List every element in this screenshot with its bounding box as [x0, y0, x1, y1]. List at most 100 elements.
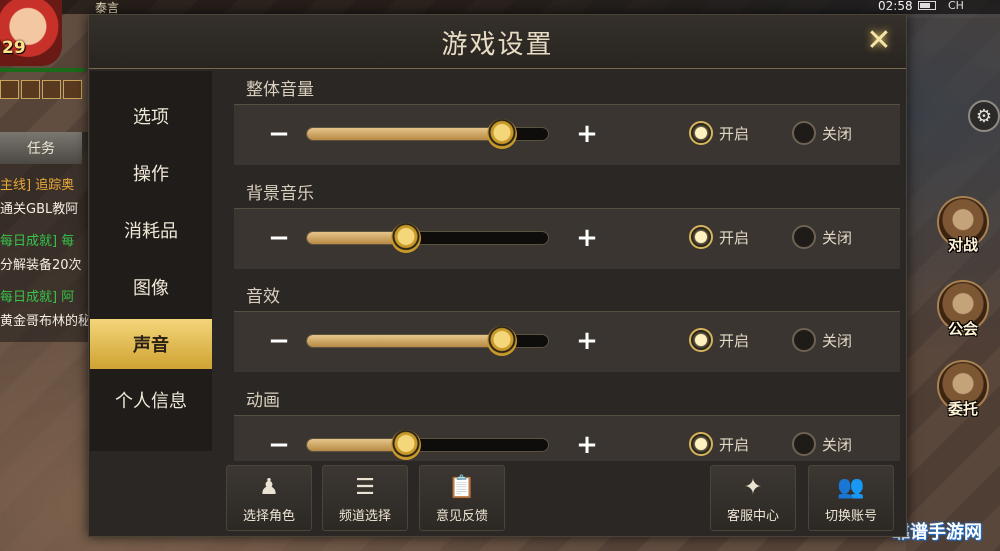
slider-handle[interactable]: [487, 326, 518, 356]
radio-off-label: 关闭: [822, 435, 853, 454]
radio-on[interactable]: 开启: [689, 432, 749, 456]
slider-handle[interactable]: [487, 119, 518, 149]
buff-icon: [0, 80, 19, 99]
radio-off-label: 关闭: [822, 331, 853, 350]
increase-button[interactable]: +: [572, 119, 602, 149]
radio-selected-icon: [689, 328, 713, 352]
section-panel: − + 开启 关闭: [234, 104, 900, 165]
radio-on-label: 开启: [719, 124, 750, 143]
nav-item-profile[interactable]: 个人信息: [90, 375, 212, 425]
battery-icon: [918, 1, 936, 10]
buff-icon: [21, 80, 40, 99]
section-panel: − + 开启 关闭: [234, 415, 900, 461]
radio-on[interactable]: 开启: [689, 328, 749, 352]
game-settings-dialog: 游戏设置 ✕ 选项 操作 消耗品 图像 声音 个人信息 整体音量 − + 开启: [88, 14, 907, 537]
task-line[interactable]: 每日成就] 每: [0, 230, 74, 249]
switch-account-icon: 👥: [837, 475, 865, 500]
radio-on[interactable]: 开启: [689, 121, 749, 145]
slider-handle[interactable]: [390, 430, 421, 460]
slider-fill: [307, 335, 503, 347]
battle-label: 对战: [947, 236, 978, 254]
task-line[interactable]: 主线] 追踪奥: [0, 174, 74, 193]
customer-service-button[interactable]: ✦ 客服中心: [710, 465, 796, 531]
buff-icon: [42, 80, 61, 99]
nav-item-options[interactable]: 选项: [90, 91, 212, 141]
nav-item-sound[interactable]: 声音: [90, 319, 212, 369]
carrier-label: CH: [948, 0, 964, 12]
setting-sound-effects: 音效 − + 开启 关闭: [224, 278, 900, 376]
guild-label: 公会: [947, 320, 978, 338]
setting-master-volume: 整体音量 − + 开启 关闭: [224, 71, 900, 169]
battle-button[interactable]: 对战: [928, 196, 998, 255]
radio-on-label: 开启: [719, 331, 750, 350]
button-label: 客服中心: [726, 509, 779, 524]
radio-on-label: 开启: [719, 435, 750, 454]
task-line[interactable]: 通关GBL教阿: [0, 198, 78, 217]
task-line[interactable]: 每日成就] 阿: [0, 286, 74, 305]
volume-slider[interactable]: [306, 223, 549, 253]
button-label: 频道选择: [338, 509, 391, 524]
radio-off-label: 关闭: [822, 124, 853, 143]
nav-item-graphics[interactable]: 图像: [90, 262, 212, 312]
slider-fill: [307, 128, 503, 140]
buff-row: [0, 80, 82, 99]
radio-selected-icon: [689, 432, 713, 456]
radio-off[interactable]: 关闭: [792, 121, 852, 145]
guild-button[interactable]: 公会: [928, 280, 998, 339]
radio-off-label: 关闭: [822, 228, 853, 247]
task-tab[interactable]: 任务: [0, 132, 82, 164]
feedback-button[interactable]: 📋 意见反馈: [419, 465, 505, 531]
button-label: 选择角色: [242, 509, 295, 524]
decrease-button[interactable]: −: [264, 119, 294, 149]
character-select-icon: ♟: [259, 475, 279, 500]
decrease-button[interactable]: −: [264, 223, 294, 253]
radio-off[interactable]: 关闭: [792, 225, 852, 249]
decrease-button[interactable]: −: [264, 326, 294, 356]
slider-handle[interactable]: [390, 223, 421, 253]
section-label: 整体音量: [246, 80, 314, 100]
channel-list-icon: ☰: [355, 475, 375, 500]
task-line[interactable]: 黄金哥布林的秘: [0, 310, 91, 329]
radio-unselected-icon: [792, 328, 816, 352]
increase-button[interactable]: +: [572, 326, 602, 356]
radio-unselected-icon: [792, 432, 816, 456]
radio-unselected-icon: [792, 225, 816, 249]
decrease-button[interactable]: −: [264, 430, 294, 460]
volume-slider[interactable]: [306, 326, 549, 356]
nav-item-controls[interactable]: 操作: [90, 148, 212, 198]
button-label: 切换账号: [824, 509, 877, 524]
volume-slider[interactable]: [306, 119, 549, 149]
commission-button[interactable]: 委托: [928, 360, 998, 419]
radio-on-label: 开启: [719, 228, 750, 247]
radio-off[interactable]: 关闭: [792, 432, 852, 456]
select-character-button[interactable]: ♟ 选择角色: [226, 465, 312, 531]
channel-select-button[interactable]: ☰ 频道选择: [322, 465, 408, 531]
radio-selected-icon: [689, 225, 713, 249]
task-line[interactable]: 分解装备20次: [0, 254, 82, 273]
setting-background-music: 背景音乐 − + 开启 关闭: [224, 175, 900, 273]
volume-slider[interactable]: [306, 430, 549, 460]
radio-unselected-icon: [792, 121, 816, 145]
hp-bar: [0, 68, 85, 72]
customer-service-icon: ✦: [743, 475, 763, 500]
radio-on[interactable]: 开启: [689, 225, 749, 249]
player-level: 29: [2, 38, 26, 58]
nav-item-consumables[interactable]: 消耗品: [90, 205, 212, 255]
button-label: 意见反馈: [435, 509, 488, 524]
increase-button[interactable]: +: [572, 223, 602, 253]
section-panel: − + 开启 关闭: [234, 208, 900, 269]
settings-nav: 选项 操作 消耗品 图像 声音 个人信息: [90, 71, 212, 451]
section-panel: − + 开启 关闭: [234, 311, 900, 372]
section-label: 背景音乐: [246, 184, 314, 204]
commission-label: 委托: [947, 400, 978, 418]
close-icon[interactable]: ✕: [861, 23, 897, 59]
switch-account-button[interactable]: 👥 切换账号: [808, 465, 894, 531]
clock: 02:58: [878, 0, 913, 13]
gear-icon[interactable]: ⚙: [968, 100, 1000, 132]
buff-icon: [63, 80, 82, 99]
sound-settings-list[interactable]: 整体音量 − + 开启 关闭 背景音乐 − + 开启 关闭 音效 − + 开启 …: [224, 71, 900, 461]
increase-button[interactable]: +: [572, 430, 602, 460]
radio-selected-icon: [689, 121, 713, 145]
section-label: 音效: [246, 287, 280, 307]
radio-off[interactable]: 关闭: [792, 328, 852, 352]
